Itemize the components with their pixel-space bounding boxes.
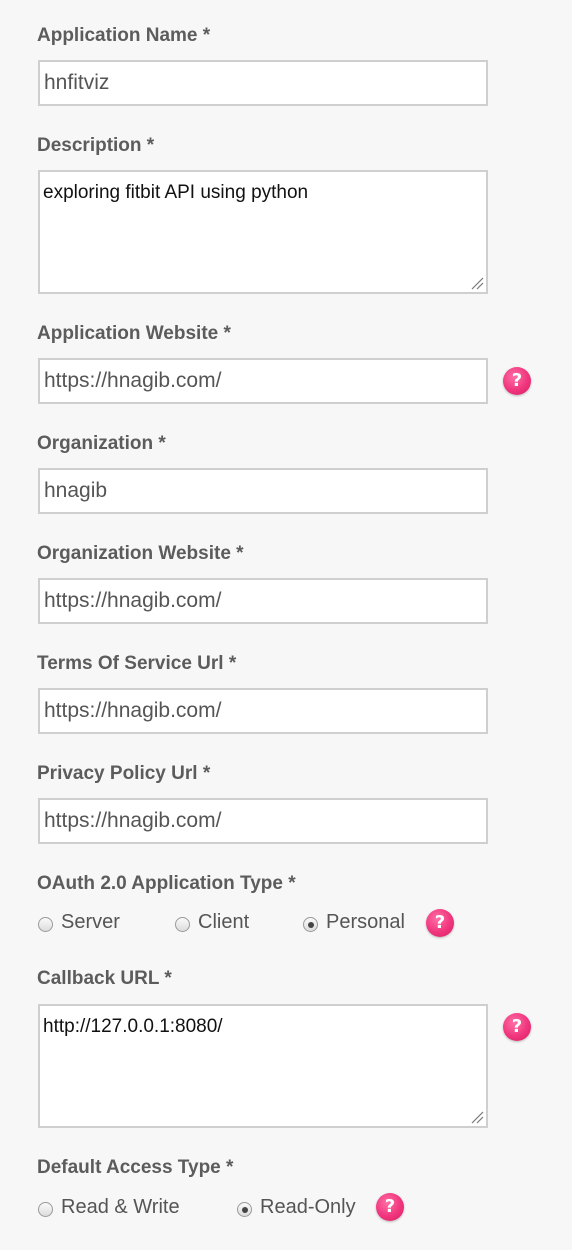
description-label: Description * bbox=[37, 135, 155, 156]
organization-input[interactable]: hnagib bbox=[38, 468, 488, 514]
callback-url-textarea[interactable]: http://127.0.0.1:8080/ bbox=[38, 1004, 488, 1128]
oauth-type-client-label[interactable]: Client bbox=[198, 911, 249, 934]
application-website-input[interactable]: https://hnagib.com/ bbox=[38, 358, 488, 404]
description-text: exploring fitbit API using python bbox=[43, 182, 309, 203]
callback-url-text: http://127.0.0.1:8080/ bbox=[43, 1016, 223, 1037]
application-name-label: Application Name * bbox=[37, 25, 211, 46]
callback-url-help-icon[interactable]: ? bbox=[503, 1013, 531, 1041]
oauth-type-personal-label[interactable]: Personal bbox=[326, 911, 405, 934]
callback-url-label: Callback URL * bbox=[37, 968, 172, 989]
privacy-policy-url-label: Privacy Policy Url * bbox=[37, 763, 211, 784]
description-textarea[interactable]: exploring fitbit API using python bbox=[38, 170, 488, 294]
oauth-application-type-label: OAuth 2.0 Application Type * bbox=[37, 873, 296, 894]
oauth-type-help-icon[interactable]: ? bbox=[426, 909, 454, 937]
application-website-label: Application Website * bbox=[37, 323, 231, 344]
oauth-type-client-radio[interactable] bbox=[175, 917, 190, 932]
organization-website-label: Organization Website * bbox=[37, 543, 244, 564]
terms-of-service-url-label: Terms Of Service Url * bbox=[37, 653, 237, 674]
resize-grip-icon[interactable] bbox=[470, 1110, 484, 1124]
access-type-read-write-radio[interactable] bbox=[38, 1202, 53, 1217]
organization-label: Organization * bbox=[37, 433, 166, 454]
access-type-read-only-label[interactable]: Read-Only bbox=[260, 1196, 356, 1219]
access-type-read-only-radio[interactable] bbox=[237, 1202, 252, 1217]
application-website-help-icon[interactable]: ? bbox=[503, 367, 531, 395]
privacy-policy-url-input[interactable]: https://hnagib.com/ bbox=[38, 798, 488, 844]
oauth-type-personal-radio[interactable] bbox=[303, 917, 318, 932]
oauth-type-server-radio[interactable] bbox=[38, 917, 53, 932]
default-access-type-label: Default Access Type * bbox=[37, 1157, 234, 1178]
application-name-input[interactable]: hnfitviz bbox=[38, 60, 488, 106]
access-type-help-icon[interactable]: ? bbox=[376, 1193, 404, 1221]
oauth-type-server-label[interactable]: Server bbox=[61, 911, 120, 934]
access-type-read-write-label[interactable]: Read & Write bbox=[61, 1196, 180, 1219]
resize-grip-icon[interactable] bbox=[470, 276, 484, 290]
terms-of-service-url-input[interactable]: https://hnagib.com/ bbox=[38, 688, 488, 734]
organization-website-input[interactable]: https://hnagib.com/ bbox=[38, 578, 488, 624]
